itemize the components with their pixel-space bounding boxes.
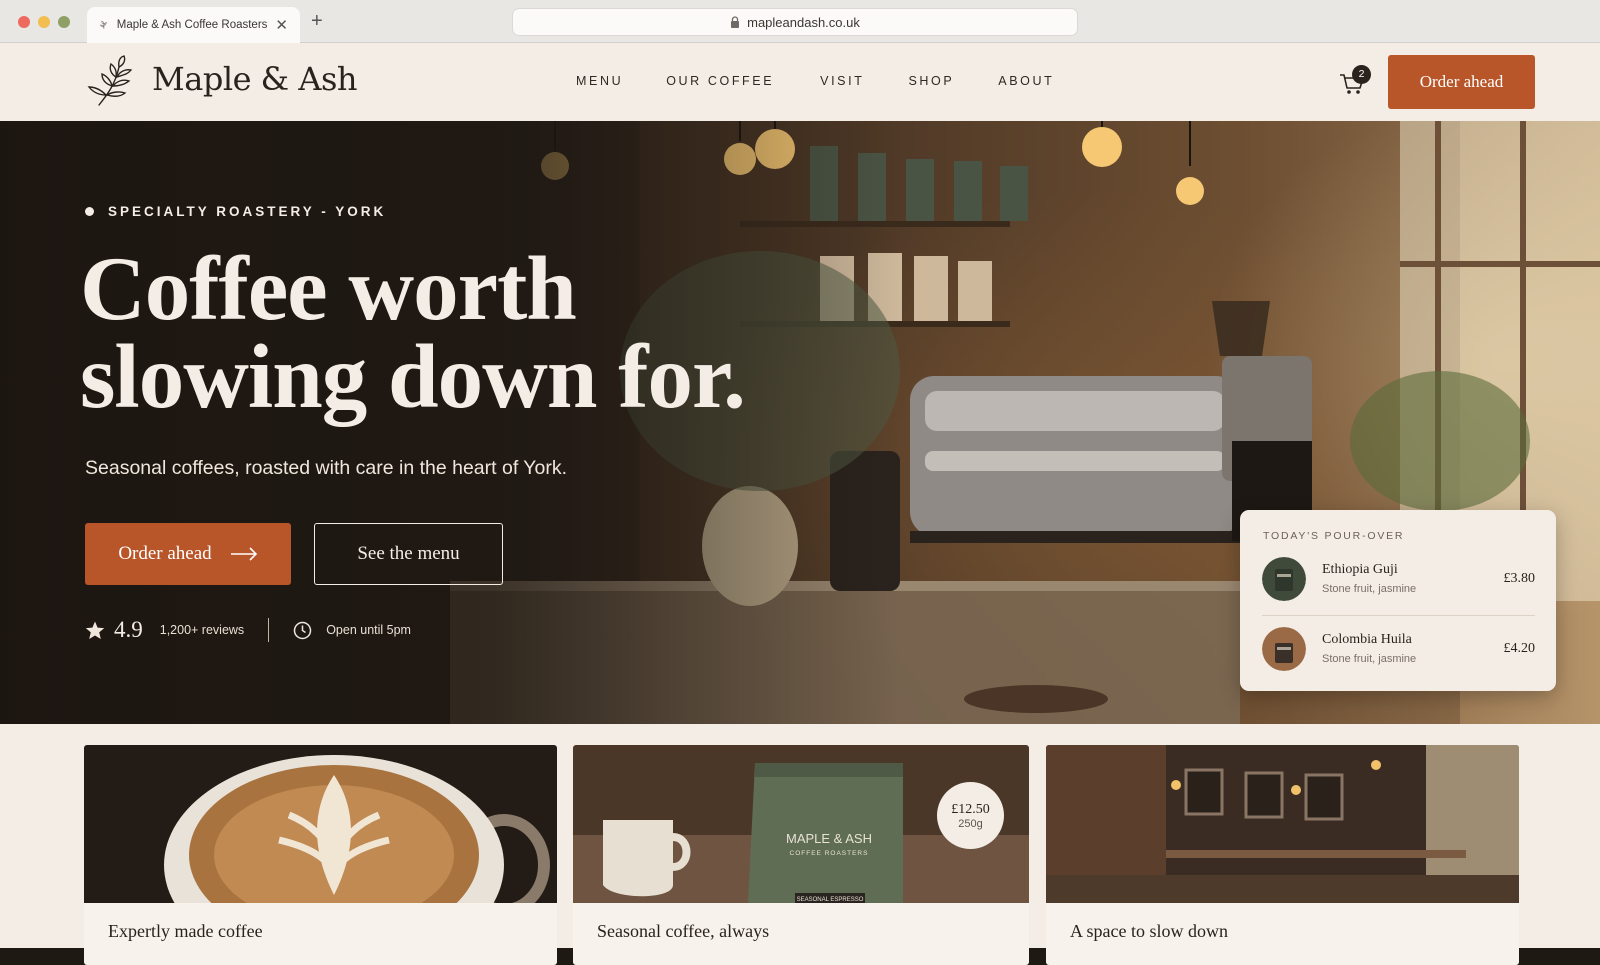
pour-over-name: Ethiopia Guji <box>1322 562 1398 577</box>
leaf-logo-icon[interactable] <box>85 55 139 107</box>
nav-item-menu[interactable]: MENU <box>576 74 623 88</box>
hero-subhead: Seasonal coffees, roasted with care in t… <box>85 457 568 479</box>
price-weight: 250g <box>958 817 983 830</box>
hero-section: SPECIALTY ROASTERY - YORK Coffee worth s… <box>0 121 1600 724</box>
headline-line-2: slowing down for. <box>80 326 746 427</box>
url-text: mapleandash.co.uk <box>747 14 860 30</box>
eyebrow-text: SPECIALTY ROASTERY - YORK <box>108 204 387 219</box>
nav-item-our-coffee[interactable]: OUR COFFEE <box>666 74 774 88</box>
order-ahead-label: Order ahead <box>118 543 212 564</box>
close-window-button[interactable] <box>18 16 30 28</box>
price-value: £12.50 <box>951 801 990 817</box>
coffee-bag-thumbnail <box>1262 627 1306 671</box>
headline-line-1: Coffee worth <box>80 238 577 339</box>
new-tab-button[interactable]: + <box>311 10 323 33</box>
features-section: Expertly made coffee MAPLE & ASH COFFEE … <box>0 724 1600 965</box>
browser-tab[interactable]: Maple & Ash Coffee Roasters ✕ <box>87 7 300 43</box>
star-icon <box>85 621 105 639</box>
latte-art-image <box>84 745 557 903</box>
order-ahead-header-button[interactable]: Order ahead <box>1388 55 1535 109</box>
site-header: Maple & Ash MENU OUR COFFEE VISIT SHOP A… <box>0 43 1600 121</box>
pour-over-item[interactable]: Ethiopia Guji Stone fruit, jasmine £3.80 <box>1262 554 1535 604</box>
rating-value: 4.9 <box>114 617 143 642</box>
meta-divider <box>268 618 270 642</box>
pour-over-price: £3.80 <box>1503 571 1536 586</box>
feature-title: A space to slow down <box>1070 921 1228 941</box>
hero-meta: 4.9 1,200+ reviews Open until 5pm <box>85 617 411 642</box>
cafe-seating-image <box>1046 745 1519 903</box>
address-bar[interactable]: mapleandash.co.uk <box>513 9 1077 35</box>
maximize-window-button[interactable] <box>58 16 70 28</box>
bag-sub-text: COFFEE ROASTERS <box>790 850 869 857</box>
bag-brand-text: MAPLE & ASH <box>786 831 872 846</box>
feature-title: Seasonal coffee, always <box>597 921 770 941</box>
cart-count-badge: 2 <box>1352 65 1371 84</box>
lock-icon <box>731 16 740 28</box>
pour-over-card: TODAY'S POUR-OVER Ethiopia Guji Stone fr… <box>1240 510 1556 691</box>
pour-over-title: TODAY'S POUR-OVER <box>1263 530 1405 542</box>
feature-card-seasonal[interactable]: MAPLE & ASH COFFEE ROASTERS SEASONAL ESP… <box>573 745 1029 965</box>
review-count[interactable]: 1,200+ reviews <box>160 623 244 637</box>
order-ahead-button[interactable]: Order ahead <box>85 523 291 585</box>
pour-over-name: Colombia Huila <box>1322 632 1412 647</box>
arrow-right-icon <box>230 547 257 561</box>
price-badge: £12.50 250g <box>937 782 1004 849</box>
pour-over-divider <box>1262 615 1535 616</box>
brand-name[interactable]: Maple & Ash <box>152 60 357 98</box>
tab-title: Maple & Ash Coffee Roasters <box>116 19 268 31</box>
minimize-window-button[interactable] <box>38 16 50 28</box>
browser-chrome: Maple & Ash Coffee Roasters ✕ + mapleand… <box>0 0 1600 43</box>
opening-hours: Open until 5pm <box>326 623 411 637</box>
leaf-favicon-icon <box>100 20 107 29</box>
pour-over-price: £4.20 <box>1503 641 1536 656</box>
nav-item-visit[interactable]: VISIT <box>820 74 864 88</box>
hero-eyebrow: SPECIALTY ROASTERY - YORK <box>85 204 386 219</box>
close-tab-icon[interactable]: ✕ <box>275 16 288 34</box>
clock-icon <box>293 621 312 639</box>
hero-headline: Coffee worth slowing down for. <box>80 243 840 422</box>
pour-over-notes: Stone fruit, jasmine <box>1322 653 1417 665</box>
pour-over-item[interactable]: Colombia Huila Stone fruit, jasmine £4.2… <box>1262 624 1535 674</box>
feature-card-coffee[interactable]: Expertly made coffee <box>84 745 557 965</box>
main-nav: MENU OUR COFFEE VISIT SHOP ABOUT <box>576 74 1054 88</box>
feature-card-space[interactable]: A space to slow down <box>1046 745 1519 965</box>
nav-item-about[interactable]: ABOUT <box>998 74 1054 88</box>
pour-over-notes: Stone fruit, jasmine <box>1322 583 1417 595</box>
feature-title: Expertly made coffee <box>108 921 263 941</box>
coffee-bag-thumbnail <box>1262 557 1306 601</box>
eyebrow-dot <box>85 207 94 216</box>
nav-item-shop[interactable]: SHOP <box>908 74 954 88</box>
bag-label-text: SEASONAL ESPRESSO <box>797 897 864 903</box>
see-the-menu-button[interactable]: See the menu <box>314 523 503 585</box>
